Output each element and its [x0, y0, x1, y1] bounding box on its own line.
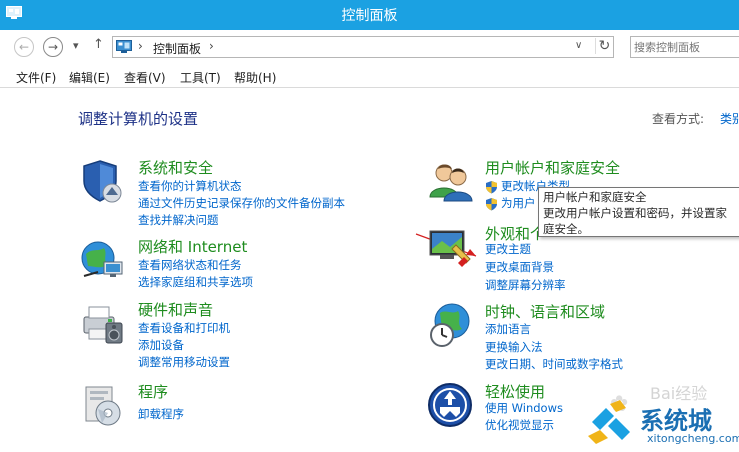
tooltip-line-1: 用户帐户和家庭安全 — [543, 190, 647, 204]
watermark-brand: 系统城 — [640, 407, 712, 435]
link-add-device[interactable]: 添加设备 — [138, 337, 184, 353]
up-button[interactable]: ↑ — [93, 37, 104, 52]
category-user-accounts-title[interactable]: 用户帐户和家庭安全 — [485, 157, 620, 178]
control-panel-icon — [116, 40, 132, 53]
link-view-computer-status[interactable]: 查看你的计算机状态 — [138, 178, 242, 194]
uac-shield-icon — [486, 198, 497, 211]
link-change-date-time-format[interactable]: 更改日期、时间或数字格式 — [485, 356, 623, 372]
address-bar[interactable]: › 控制面板 › ∨ ↻ — [112, 36, 614, 58]
link-family-safety[interactable]: 为用户 — [501, 195, 536, 211]
category-system-security-title[interactable]: 系统和安全 — [138, 157, 213, 178]
link-file-history-backup[interactable]: 通过文件历史记录保存你的文件备份副本 — [138, 195, 345, 211]
view-by-label: 查看方式: — [652, 112, 705, 126]
menu-view[interactable]: 查看(V) — [124, 69, 166, 86]
link-uninstall-program[interactable]: 卸载程序 — [138, 406, 184, 422]
search-input[interactable] — [634, 39, 738, 55]
view-by-dropdown[interactable]: 类别 — [720, 110, 739, 127]
recent-locations-dropdown[interactable]: ▾ — [73, 39, 79, 52]
category-clock-language-title[interactable]: 时钟、语言和区域 — [485, 301, 605, 322]
link-devices-printers[interactable]: 查看设备和打印机 — [138, 320, 230, 336]
category-programs-title[interactable]: 程序 — [138, 381, 168, 402]
users-icon[interactable] — [426, 157, 474, 205]
category-ease-of-access-title[interactable]: 轻松使用 — [485, 381, 545, 402]
window-title: 控制面板 — [341, 8, 398, 24]
ease-of-access-icon[interactable] — [426, 381, 474, 429]
address-dropdown-icon[interactable]: ∨ — [575, 40, 582, 51]
network-globe-icon[interactable] — [78, 236, 126, 284]
link-change-theme[interactable]: 更改主题 — [485, 241, 531, 257]
link-troubleshoot[interactable]: 查找并解决问题 — [138, 212, 219, 228]
link-use-windows-suggestions[interactable]: 使用 Windows — [485, 400, 563, 416]
link-mobility-settings[interactable]: 调整常用移动设置 — [138, 354, 230, 370]
search-box[interactable] — [630, 36, 739, 58]
menu-help[interactable]: 帮助(H) — [234, 69, 276, 86]
window-titlebar: 控制面板 — [0, 0, 739, 30]
user-accounts-tooltip: 用户帐户和家庭安全 更改用户帐户设置和密码，并设置家 庭安全。 — [538, 187, 739, 237]
breadcrumb-chevron[interactable]: › — [209, 39, 214, 53]
tooltip-line-2: 更改用户帐户设置和密码，并设置家 — [543, 206, 727, 220]
link-change-desktop-background[interactable]: 更改桌面背景 — [485, 259, 554, 275]
breadcrumb-control-panel[interactable]: 控制面板 — [153, 40, 201, 57]
refresh-icon[interactable]: ↻ — [595, 38, 613, 54]
menu-file[interactable]: 文件(F) — [16, 69, 56, 86]
shield-icon[interactable] — [78, 157, 126, 205]
forward-button[interactable]: → — [43, 37, 63, 57]
link-homegroup-sharing[interactable]: 选择家庭组和共享选项 — [138, 274, 253, 290]
navigation-bar: ← → ▾ ↑ › 控制面板 › ∨ ↻ — [0, 30, 739, 64]
programs-icon[interactable] — [78, 381, 126, 429]
breadcrumb-separator: › — [138, 39, 143, 53]
menu-bar: 文件(F) 编辑(E) 查看(V) 工具(T) 帮助(H) — [0, 64, 739, 88]
menu-edit[interactable]: 编辑(E) — [69, 69, 110, 86]
menu-tools[interactable]: 工具(T) — [180, 69, 221, 86]
back-button[interactable]: ← — [14, 37, 34, 57]
link-add-language[interactable]: 添加语言 — [485, 321, 531, 337]
link-screen-resolution[interactable]: 调整屏幕分辨率 — [485, 277, 566, 293]
category-network-title[interactable]: 网络和 Internet — [138, 236, 247, 257]
link-change-input-method[interactable]: 更换输入法 — [485, 339, 543, 355]
appearance-icon[interactable] — [426, 223, 474, 271]
tooltip-line-3: 庭安全。 — [543, 222, 589, 236]
clock-globe-icon[interactable] — [426, 301, 474, 349]
link-optimize-visual-display[interactable]: 优化视觉显示 — [485, 417, 554, 433]
watermark-url: xitongcheng.com — [647, 432, 739, 445]
category-hardware-sound-title[interactable]: 硬件和声音 — [138, 299, 213, 320]
page-title: 调整计算机的设置 — [78, 110, 199, 128]
printer-icon[interactable] — [78, 299, 126, 347]
uac-shield-icon — [486, 181, 497, 194]
link-network-status[interactable]: 查看网络状态和任务 — [138, 257, 242, 273]
